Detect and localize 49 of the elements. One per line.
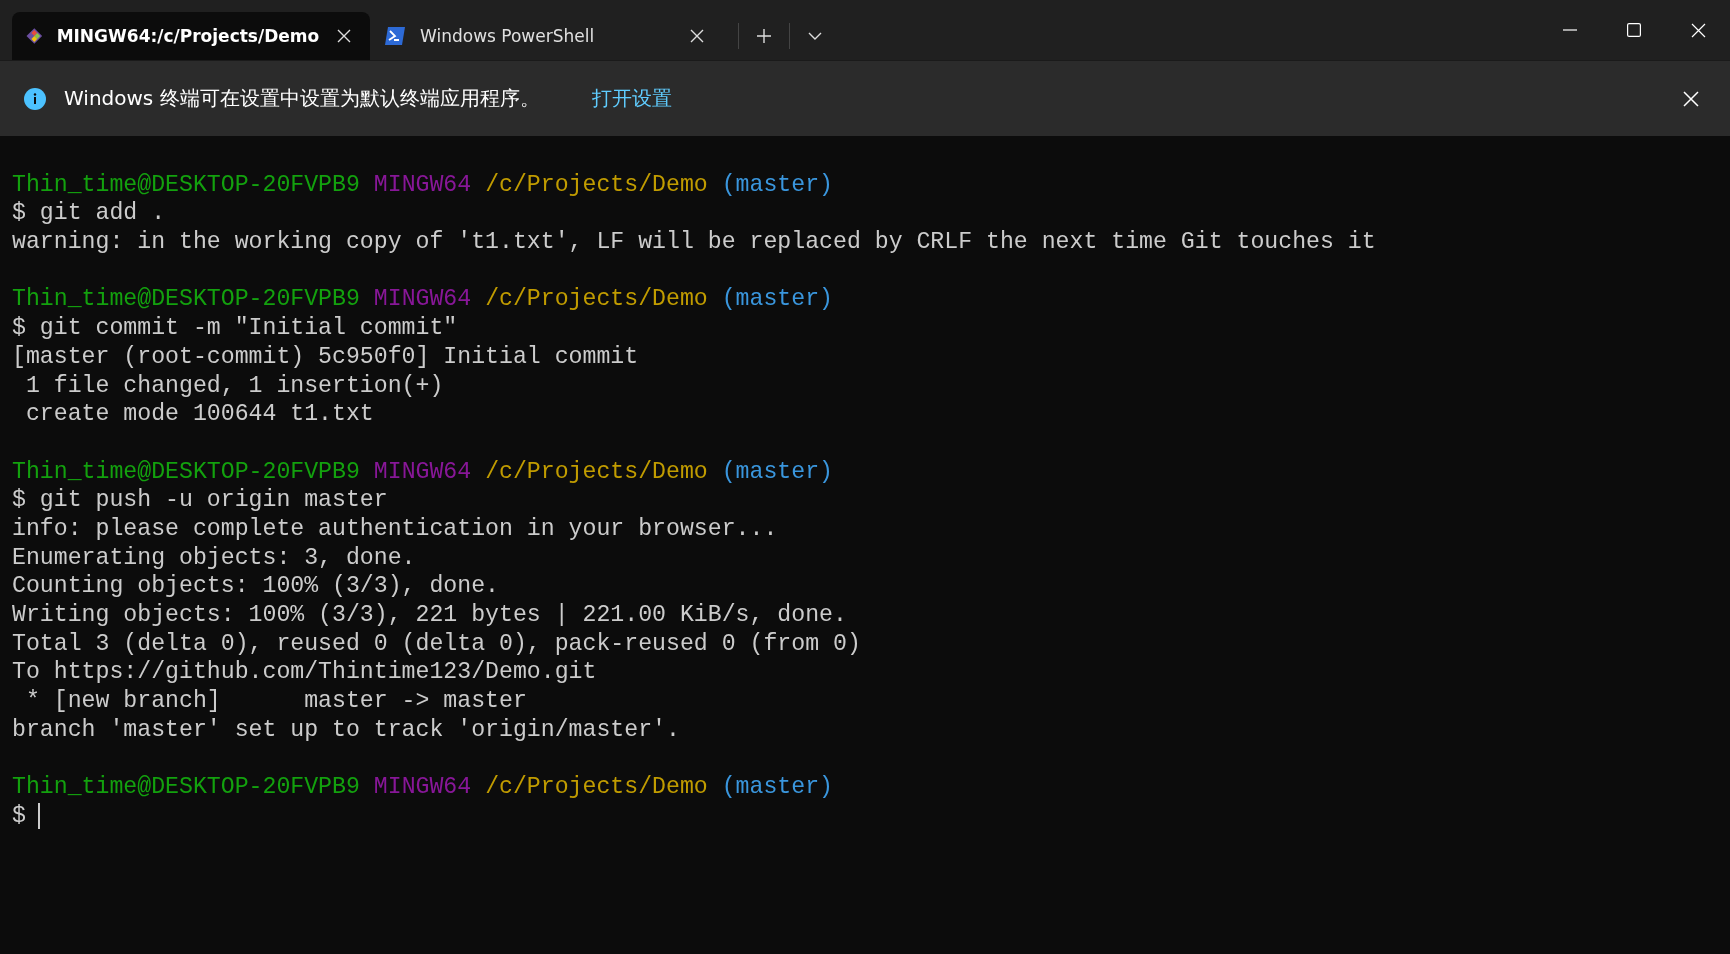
output-line: Writing objects: 100% (3/3), 221 bytes | 221.00 KiB/s, done.: [12, 601, 847, 630]
info-message: Windows 终端可在设置中设置为默认终端应用程序。: [64, 85, 540, 112]
prompt-system: MINGW64: [373, 773, 472, 802]
output-line: create mode 100644 t1.txt: [24, 400, 374, 429]
prompt-system: MINGW64: [373, 170, 472, 200]
prompt-logo-icon: [384, 26, 406, 46]
close-icon: [690, 29, 704, 43]
chevron-down-icon: [808, 32, 822, 40]
tab-title: Windows PowerShell: [420, 26, 596, 46]
prompt-symbol: $: [12, 801, 26, 831]
terminal-tab[interactable]: Windows PowerShell: [370, 12, 728, 60]
maximize-icon: [1627, 23, 1641, 37]
close-icon: [1683, 90, 1699, 107]
prompt-branch: (master): [721, 773, 833, 802]
command-line: $ git commit -m "Initial commit": [12, 314, 458, 343]
prompt-system: MINGW64: [373, 457, 472, 487]
output-line: Enumerating objects: 3, done.: [12, 543, 416, 573]
prompt-user: Thin_time@DESKTOP-20FVPB9: [12, 170, 360, 200]
prompt-branch: (master): [721, 457, 833, 487]
output-line: warning: in the working copy of 't1.txt', LF will be replaced by CRLF the next time Git touches it: [12, 228, 1376, 257]
prompt-path: /c/Projects/Demo: [485, 773, 708, 802]
minimize-icon: [1563, 29, 1577, 31]
tab-title: MINGW64:/c/Projects/Demo: [56, 26, 320, 46]
prompt-user: Thin_time@DESKTOP-20FVPB9: [12, 773, 360, 802]
close-icon: [1690, 22, 1706, 38]
prompt-user: Thin_time@DESKTOP-20FVPB9: [12, 285, 360, 315]
output-line: [master (root-commit) 5c950f0] Initial commit: [12, 342, 639, 372]
open-settings-link[interactable]: 打开设置: [591, 85, 672, 112]
output-line: branch 'master' set up to track 'origin/master'.: [12, 715, 680, 745]
plus-icon: [756, 28, 772, 44]
command-line: $ git push -u origin master: [12, 486, 388, 515]
output-line: To https://github.com/Thintime123/Demo.git: [12, 658, 597, 688]
prompt-path: /c/Projects/Demo: [485, 457, 708, 487]
prompt-user: Thin_time@DESKTOP-20FVPB9: [12, 457, 360, 487]
terminal-tab[interactable]: MINGW64:/c/Projects/Demo: [12, 12, 370, 60]
prompt-branch: (master): [721, 285, 833, 315]
command-line: $ git add .: [12, 199, 166, 229]
output-line: 1 file changed, 1 insertion(+): [24, 371, 444, 401]
text-cursor: [37, 803, 40, 830]
output-line: * [new branch] master -> master: [24, 687, 527, 716]
info-icon: [24, 87, 46, 110]
prompt-path: /c/Projects/Demo: [485, 285, 708, 315]
prompt-system: MINGW64: [373, 285, 472, 315]
output-line: info: please complete authentication in your browser...: [12, 514, 778, 544]
prompt-branch: (master): [721, 170, 833, 200]
output-line: Counting objects: 100% (3/3), done.: [12, 572, 500, 601]
output-line: Total 3 (delta 0), reused 0 (delta 0), pack-reused 0 (from 0): [12, 629, 861, 659]
close-icon: [336, 29, 351, 43]
prompt-path: /c/Projects/Demo: [485, 170, 708, 200]
